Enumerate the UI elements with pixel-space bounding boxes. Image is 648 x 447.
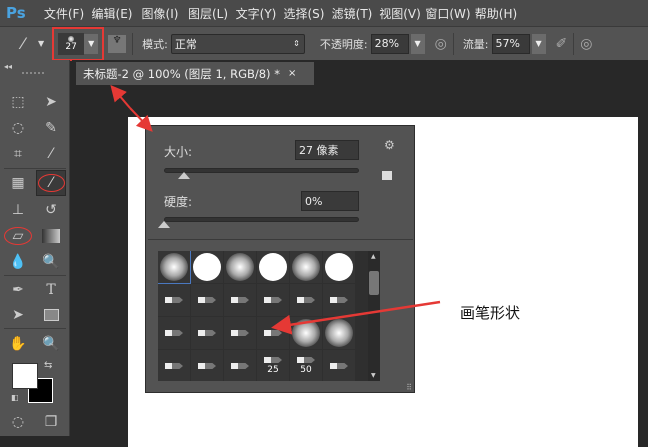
arrow-to-brush-shape: [271, 300, 441, 335]
annotation-arrows: [110, 84, 441, 335]
arrow-to-preset-picker: [110, 84, 131, 109]
arrow-to-panel: [129, 107, 153, 132]
